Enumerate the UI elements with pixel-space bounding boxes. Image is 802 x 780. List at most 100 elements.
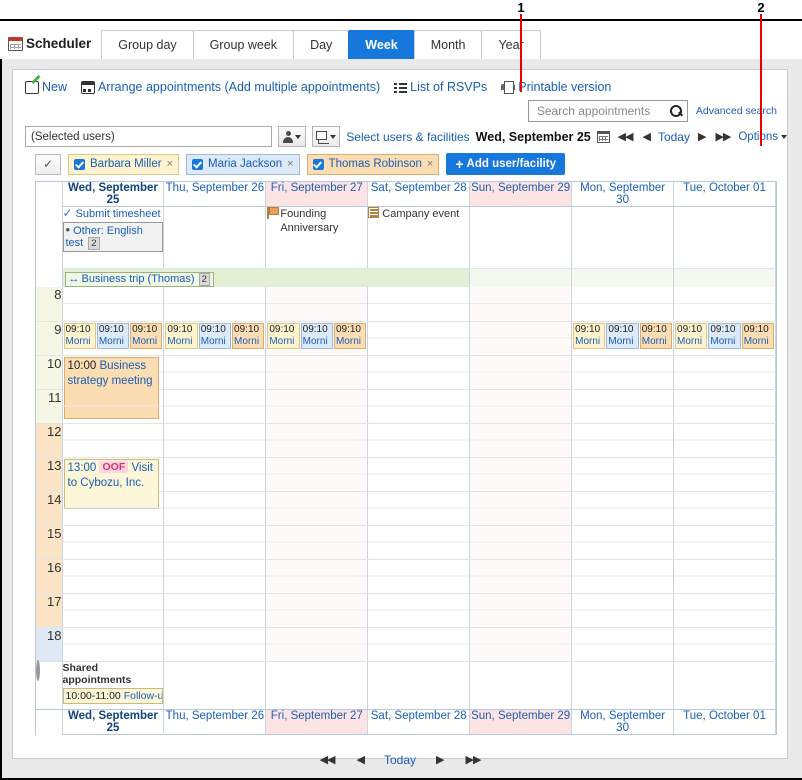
day-header-wed[interactable]: Wed, September 25 xyxy=(62,182,165,207)
close-icon[interactable]: × xyxy=(427,158,433,170)
all-day-cell-sun[interactable] xyxy=(469,206,573,269)
appointment-morning-maria[interactable]: 09:10 Morni xyxy=(606,322,639,349)
slot-tue-16[interactable] xyxy=(673,559,776,594)
all-day-event[interactable]: ✓ Submit timesheet xyxy=(63,207,164,221)
appointment-morning-thomas[interactable]: 09:10 Morni xyxy=(232,322,265,349)
slot-mon-13[interactable] xyxy=(571,457,675,492)
day-footer-sun[interactable]: Sun, September 29 xyxy=(469,709,573,735)
shared-cell-thu[interactable] xyxy=(163,661,267,710)
slot-thu-9[interactable]: 09:10 Morni 09:10 Morni 09:10 Morni xyxy=(163,321,267,356)
nav-prev-button[interactable]: ◀ xyxy=(640,130,651,143)
slot-sun-17[interactable] xyxy=(469,593,573,628)
tab-group-week[interactable]: Group week xyxy=(192,30,295,59)
search-icon[interactable] xyxy=(669,104,683,118)
appointment-morning-barbara[interactable]: 09:10 Morni xyxy=(165,322,198,349)
all-day-cell-mon[interactable] xyxy=(571,206,675,269)
search-input[interactable] xyxy=(534,103,670,119)
slot-thu-8[interactable] xyxy=(163,287,267,322)
selected-users-field[interactable]: (Selected users) xyxy=(25,126,273,147)
slot-sun-8[interactable] xyxy=(469,287,573,322)
slot-thu-14[interactable] xyxy=(163,491,267,526)
slot-tue-18[interactable] xyxy=(673,627,776,662)
slot-sun-18[interactable] xyxy=(469,627,573,662)
bottom-nav-today-button[interactable]: Today xyxy=(384,753,416,767)
all-day-cell-tue[interactable] xyxy=(673,206,776,269)
search-box[interactable] xyxy=(527,100,688,122)
slot-tue-13[interactable] xyxy=(673,457,776,492)
appointment-morning-thomas[interactable]: 09:10 Morni xyxy=(741,322,775,349)
day-header-sat[interactable]: Sat, September 28 xyxy=(367,182,471,207)
select-users-facilities-link[interactable]: Select users & facilities xyxy=(346,130,469,144)
slot-sat-10[interactable] xyxy=(367,355,471,390)
slot-wed-15[interactable] xyxy=(62,525,165,560)
slot-thu-18[interactable] xyxy=(163,627,267,662)
banner-cell-span[interactable]: ↔ Business trip (Thomas) 2 xyxy=(62,268,471,287)
tab-group-day[interactable]: Group day xyxy=(101,30,194,59)
tab-year[interactable]: Year xyxy=(481,30,541,59)
gear-icon[interactable] xyxy=(36,659,40,681)
slot-tue-10[interactable] xyxy=(673,355,776,390)
slot-sun-11[interactable] xyxy=(469,389,573,424)
checkbox-icon[interactable] xyxy=(312,158,324,170)
slot-fri-16[interactable] xyxy=(265,559,369,594)
bottom-nav-next-button[interactable]: ▶ xyxy=(434,753,445,766)
slot-tue-8[interactable] xyxy=(673,287,776,322)
slot-mon-14[interactable] xyxy=(571,491,675,526)
slot-tue-12[interactable] xyxy=(673,423,776,458)
slot-sun-12[interactable] xyxy=(469,423,573,458)
all-day-cell-thu[interactable] xyxy=(163,206,267,269)
all-day-cell-sat[interactable]: Campany event xyxy=(367,206,471,269)
slot-fri-17[interactable] xyxy=(265,593,369,628)
slot-mon-9[interactable]: 09:10 Morni 09:10 Morni 09:10 Morni xyxy=(571,321,675,356)
slot-thu-15[interactable] xyxy=(163,525,267,560)
close-icon[interactable]: × xyxy=(287,158,293,170)
member-chip-maria-jackson[interactable]: Maria Jackson × xyxy=(186,153,300,175)
person-dropdown-button[interactable] xyxy=(278,126,307,147)
slot-fri-18[interactable] xyxy=(265,627,369,662)
appointment-morning-barbara[interactable]: 09:10 Morni xyxy=(63,322,96,349)
new-appointment-link[interactable]: New xyxy=(25,80,67,94)
nav-today-button[interactable]: Today xyxy=(658,130,690,144)
slot-tue-14[interactable] xyxy=(673,491,776,526)
slot-wed-8[interactable] xyxy=(62,287,165,322)
add-user-facility-button[interactable]: + Add user/facility xyxy=(446,153,566,175)
shared-cell-wed[interactable]: Shared appointments 10:00-11:00 Follow-u xyxy=(62,661,165,710)
slot-wed-18[interactable] xyxy=(62,627,165,662)
day-header-thu[interactable]: Thu, September 26 xyxy=(163,182,267,207)
slot-mon-16[interactable] xyxy=(571,559,675,594)
nav-first-button[interactable]: ◀◀ xyxy=(616,130,635,143)
slot-tue-9[interactable]: 09:10 Morni 09:10 Morni 09:10 Morni xyxy=(673,321,776,356)
slot-sun-16[interactable] xyxy=(469,559,573,594)
nav-next-button[interactable]: ▶ xyxy=(696,130,707,143)
slot-sat-13[interactable] xyxy=(367,457,471,492)
day-footer-tue[interactable]: Tue, October 01 xyxy=(673,709,776,735)
slot-sat-14[interactable] xyxy=(367,491,471,526)
tab-month[interactable]: Month xyxy=(413,30,483,59)
slot-mon-17[interactable] xyxy=(571,593,675,628)
slot-thu-16[interactable] xyxy=(163,559,267,594)
day-footer-thu[interactable]: Thu, September 26 xyxy=(163,709,267,735)
slot-fri-9[interactable]: 09:10 Morni 09:10 Morni 09:10 Morni xyxy=(265,321,369,356)
shared-cell-sat[interactable] xyxy=(367,661,471,710)
slot-sun-10[interactable] xyxy=(469,355,573,390)
checkbox-icon[interactable] xyxy=(74,158,85,170)
slot-thu-12[interactable] xyxy=(163,423,267,458)
slot-fri-10[interactable] xyxy=(265,355,369,390)
day-header-sun[interactable]: Sun, September 29 xyxy=(469,182,573,207)
slot-wed-12[interactable] xyxy=(62,423,165,458)
shared-cell-tue[interactable] xyxy=(673,661,776,710)
shared-appointment-item[interactable]: 10:00-11:00 Follow-u xyxy=(62,687,164,704)
all-day-event[interactable]: Founding Anniversary xyxy=(266,207,367,235)
appointment-morning-barbara[interactable]: 09:10 Morni xyxy=(267,322,300,349)
slot-fri-11[interactable] xyxy=(265,389,369,424)
day-header-tue[interactable]: Tue, October 01 xyxy=(673,182,776,207)
slot-sat-9[interactable] xyxy=(367,321,471,356)
slot-wed-14[interactable] xyxy=(62,491,165,526)
all-day-cell-fri[interactable]: Founding Anniversary xyxy=(265,206,369,269)
slot-thu-17[interactable] xyxy=(163,593,267,628)
nav-last-button[interactable]: ▶▶ xyxy=(713,130,732,143)
arrange-appointments-link[interactable]: Arrange appointments (Add multiple appoi… xyxy=(81,80,380,94)
slot-thu-11[interactable] xyxy=(163,389,267,424)
shared-cell-mon[interactable] xyxy=(571,661,675,710)
slot-sat-16[interactable] xyxy=(367,559,471,594)
